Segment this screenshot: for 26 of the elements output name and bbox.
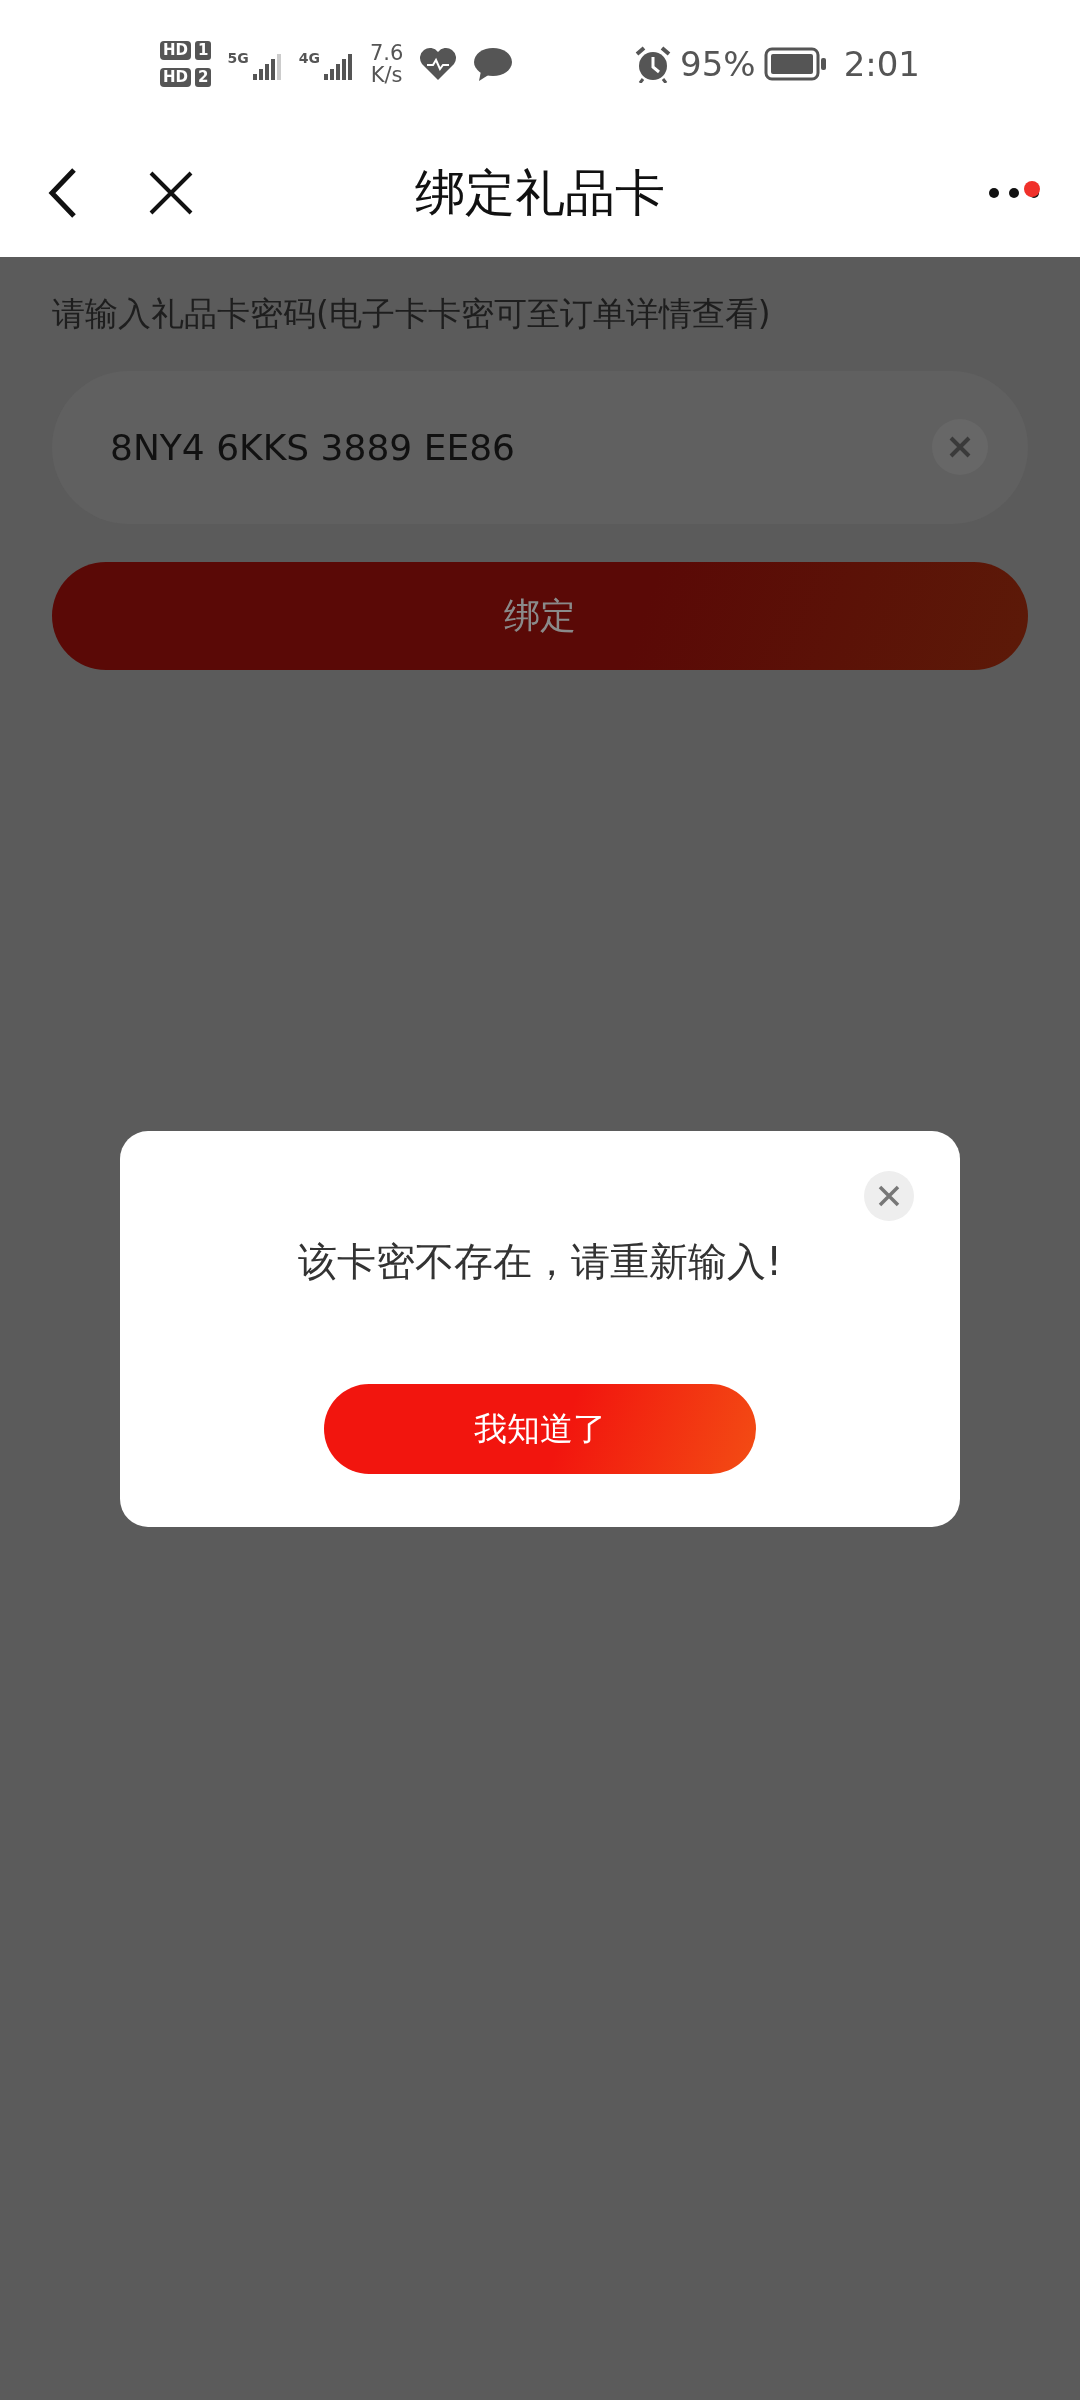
bind-button[interactable]: 绑定 (52, 561, 1028, 670)
close-icon (878, 1185, 900, 1207)
confirm-button[interactable]: 我知道了 (324, 1383, 756, 1474)
sim-slot-badge: 2 (195, 68, 212, 87)
hd-badge: HD (160, 68, 191, 87)
speed-unit: K/s (369, 64, 404, 87)
clear-icon (948, 434, 972, 459)
back-button[interactable] (48, 166, 78, 219)
battery-icon (763, 47, 828, 81)
page-title: 绑定礼品卡 (415, 162, 665, 223)
field-label: 请输入礼品卡密码(电子卡卡密可至订单详情查看) (51, 293, 772, 335)
network-speed: 7.6 (369, 41, 404, 64)
clock-time: 2:01 (843, 42, 920, 86)
sim-slot-badge: 1 (195, 41, 212, 60)
error-message: 该卡密不存在，请重新输入! (297, 1238, 783, 1286)
card-code-field[interactable]: 8NY4 6KKS 3889 EE86 (52, 370, 1028, 524)
close-button[interactable] (148, 169, 194, 216)
close-icon (148, 169, 194, 216)
alarm-clock-icon (634, 45, 673, 83)
battery-percent: 95% (680, 42, 756, 86)
heart-icon (419, 47, 458, 81)
hd-badge: HD (160, 41, 191, 60)
network-type: 5G (227, 49, 249, 68)
chat-bubble-icon (473, 47, 514, 81)
dialog-close-button[interactable] (864, 1171, 914, 1221)
network-type: 4G (298, 49, 320, 68)
